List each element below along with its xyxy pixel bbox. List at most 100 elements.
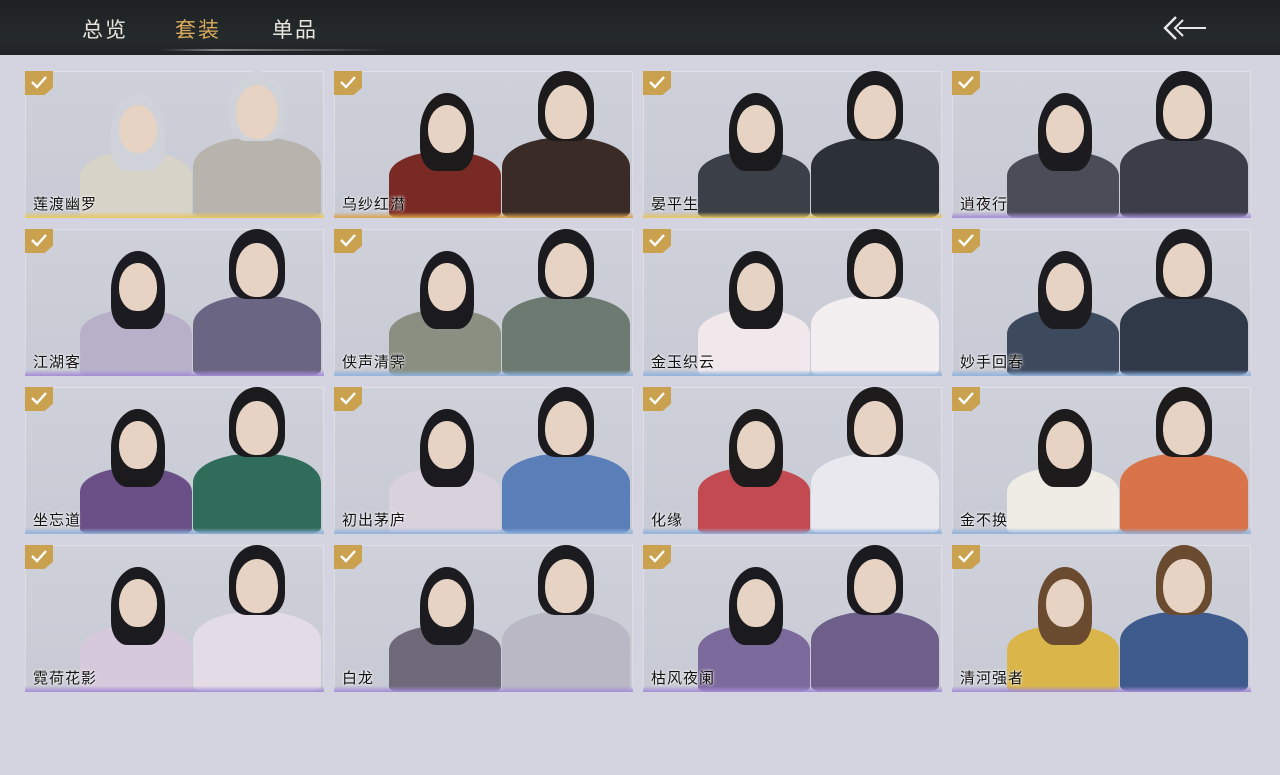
owned-check-icon bbox=[25, 545, 53, 569]
outfit-name: 妙手回春 bbox=[960, 353, 1025, 371]
owned-check-icon bbox=[25, 387, 53, 411]
owned-check-icon bbox=[952, 71, 980, 95]
character-portrait-right bbox=[811, 454, 939, 534]
outfit-card[interactable]: 侠声清霁 bbox=[334, 229, 633, 376]
outfit-card[interactable]: 坐忘道 bbox=[25, 387, 324, 534]
rarity-glow bbox=[334, 686, 633, 692]
outfit-name: 侠声清霁 bbox=[342, 353, 407, 371]
outfit-card[interactable]: 白龙 bbox=[334, 545, 633, 692]
character-portrait-right bbox=[811, 296, 939, 376]
rarity-glow bbox=[643, 528, 942, 534]
character-face bbox=[1046, 579, 1084, 627]
outfit-name: 霓荷花影 bbox=[33, 669, 98, 687]
character-portrait-right bbox=[1120, 612, 1248, 692]
outfit-card[interactable]: 清河强者 bbox=[952, 545, 1251, 692]
character-portrait-right bbox=[1120, 296, 1248, 376]
character-face bbox=[1163, 85, 1205, 139]
owned-check-icon bbox=[952, 545, 980, 569]
tab-overview[interactable]: 总览 bbox=[82, 16, 128, 44]
owned-check-icon bbox=[643, 71, 671, 95]
character-face bbox=[1046, 263, 1084, 311]
owned-check-icon bbox=[643, 229, 671, 253]
character-face bbox=[1163, 401, 1205, 455]
owned-check-icon bbox=[643, 545, 671, 569]
outfit-card[interactable]: 逍夜行 bbox=[952, 71, 1251, 218]
outfit-name: 金不换 bbox=[960, 511, 1009, 529]
character-face bbox=[119, 105, 157, 153]
character-face bbox=[428, 579, 466, 627]
outfit-name: 金玉织云 bbox=[651, 353, 716, 371]
character-face bbox=[428, 263, 466, 311]
character-face bbox=[854, 243, 896, 297]
owned-check-icon bbox=[643, 387, 671, 411]
outfit-name: 初出茅庐 bbox=[342, 511, 407, 529]
character-portrait-right bbox=[1120, 138, 1248, 218]
character-face bbox=[428, 421, 466, 469]
character-face bbox=[737, 263, 775, 311]
outfit-card[interactable]: 霓荷花影 bbox=[25, 545, 324, 692]
character-face bbox=[428, 105, 466, 153]
owned-check-icon bbox=[952, 387, 980, 411]
character-portrait-right bbox=[811, 612, 939, 692]
outfit-name: 枯风夜阑 bbox=[651, 669, 716, 687]
character-face bbox=[854, 559, 896, 613]
character-face bbox=[545, 243, 587, 297]
character-face bbox=[737, 421, 775, 469]
character-face bbox=[119, 579, 157, 627]
outfit-card[interactable]: 乌纱红潸 bbox=[334, 71, 633, 218]
character-face bbox=[545, 401, 587, 455]
outfit-card[interactable]: 妙手回春 bbox=[952, 229, 1251, 376]
character-portrait-right bbox=[502, 296, 630, 376]
owned-check-icon bbox=[334, 229, 362, 253]
character-portrait-right bbox=[193, 612, 321, 692]
character-portrait-right bbox=[502, 454, 630, 534]
tab-outfit-sets[interactable]: 套装 bbox=[175, 16, 221, 44]
character-face bbox=[1163, 243, 1205, 297]
tab-single-items[interactable]: 单品 bbox=[272, 16, 318, 44]
character-portrait-right bbox=[193, 454, 321, 534]
character-portrait-right bbox=[502, 138, 630, 218]
character-portrait-right bbox=[193, 138, 321, 218]
character-face bbox=[545, 85, 587, 139]
outfit-name: 莲渡幽罗 bbox=[33, 195, 98, 213]
character-face bbox=[737, 105, 775, 153]
outfit-card[interactable]: 金不换 bbox=[952, 387, 1251, 534]
character-face bbox=[545, 559, 587, 613]
character-portrait-right bbox=[1120, 454, 1248, 534]
outfit-name: 逍夜行 bbox=[960, 195, 1009, 213]
owned-check-icon bbox=[952, 229, 980, 253]
owned-check-icon bbox=[334, 545, 362, 569]
back-arrow-icon[interactable] bbox=[1160, 14, 1210, 42]
outfit-name: 清河强者 bbox=[960, 669, 1025, 687]
character-portrait-right bbox=[811, 138, 939, 218]
outfit-card[interactable]: 江湖客 bbox=[25, 229, 324, 376]
outfit-card[interactable]: 化缘 bbox=[643, 387, 942, 534]
outfit-name: 白龙 bbox=[342, 669, 375, 687]
character-face bbox=[236, 559, 278, 613]
owned-check-icon bbox=[25, 229, 53, 253]
character-portrait-right bbox=[502, 612, 630, 692]
character-face bbox=[236, 85, 278, 139]
character-face bbox=[119, 421, 157, 469]
owned-check-icon bbox=[334, 71, 362, 95]
character-face bbox=[1046, 105, 1084, 153]
character-face bbox=[854, 401, 896, 455]
character-face bbox=[1046, 421, 1084, 469]
active-tab-underline bbox=[160, 49, 390, 51]
character-face bbox=[236, 243, 278, 297]
outfit-card[interactable]: 莲渡幽罗 bbox=[25, 71, 324, 218]
character-face bbox=[854, 85, 896, 139]
character-face bbox=[737, 579, 775, 627]
outfit-name: 化缘 bbox=[651, 511, 684, 529]
outfit-card[interactable]: 晏平生 bbox=[643, 71, 942, 218]
character-face bbox=[1163, 559, 1205, 613]
outfit-card[interactable]: 金玉织云 bbox=[643, 229, 942, 376]
outfit-name: 江湖客 bbox=[33, 353, 82, 371]
character-portrait-right bbox=[193, 296, 321, 376]
outfit-name: 乌纱红潸 bbox=[342, 195, 407, 213]
owned-check-icon bbox=[25, 71, 53, 95]
outfit-card[interactable]: 初出茅庐 bbox=[334, 387, 633, 534]
outfit-grid: 莲渡幽罗 乌纱红潸 晏平生 逍夜行江湖客 侠声清霁 金玉织云 妙手回春坐忘道 初出茅庐 化缘 金不… bbox=[25, 71, 1252, 692]
outfit-card[interactable]: 枯风夜阑 bbox=[643, 545, 942, 692]
outfit-name: 坐忘道 bbox=[33, 511, 82, 529]
